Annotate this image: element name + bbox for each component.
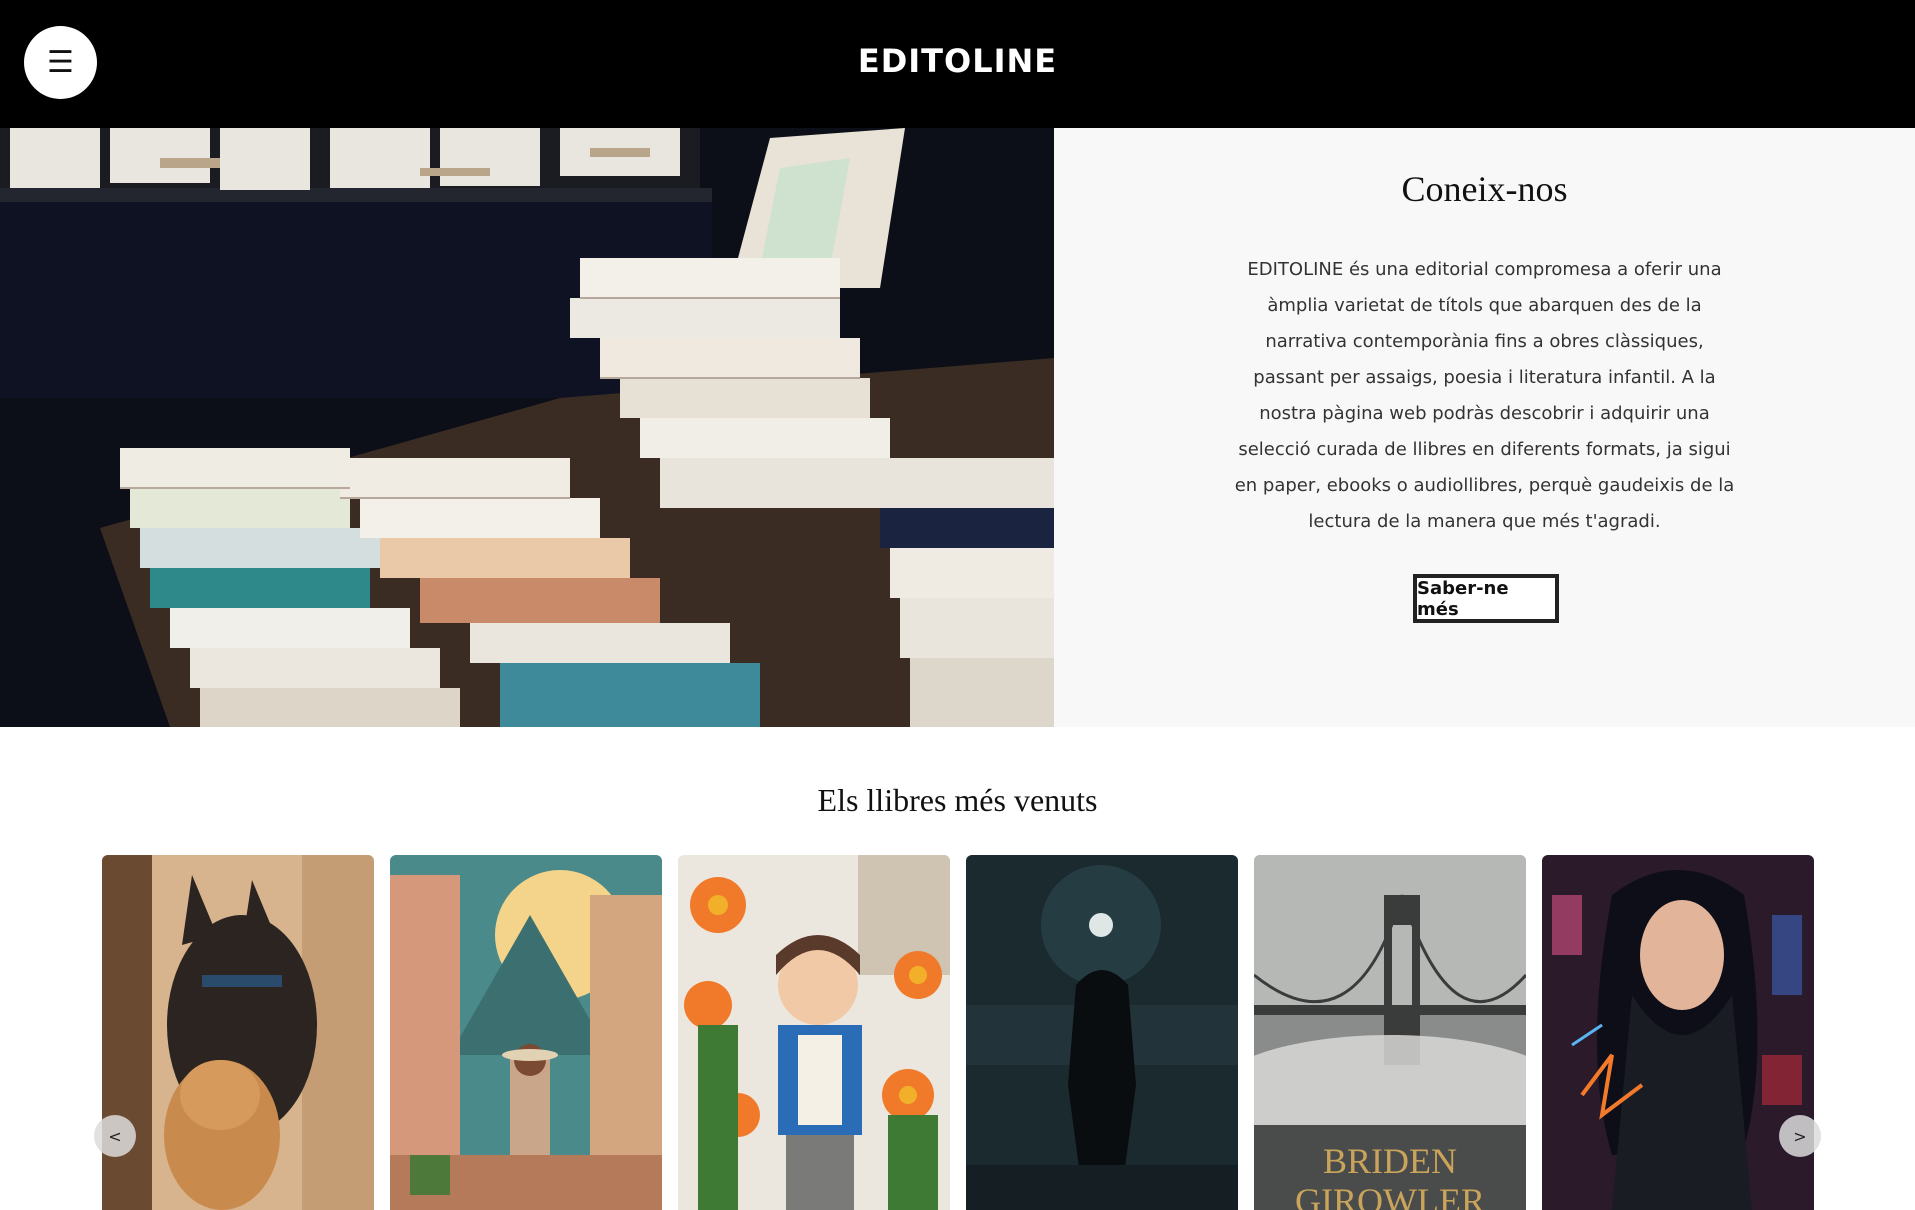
book-cover-dogs[interactable] <box>102 855 374 1210</box>
book-cover-bridge[interactable]: BRIDEN GIROWLER <box>1254 855 1526 1210</box>
learn-more-button[interactable]: Saber-ne més <box>1413 574 1559 623</box>
book-cover-boy-flowers[interactable] <box>678 855 950 1210</box>
hero-bookstore-image <box>0 128 1054 727</box>
about-panel: Coneix-nos EDITOLINE és una editorial co… <box>1054 128 1915 727</box>
about-heading: Coneix-nos <box>1401 169 1568 209</box>
site-title[interactable]: EDITOLINE <box>0 42 1915 80</box>
bestsellers-carousel: BRIDEN GIROWLER < > <box>0 855 1915 1210</box>
hero-section: Coneix-nos EDITOLINE és una editorial co… <box>0 128 1915 727</box>
cover-title-line-2: GIROWLER <box>1295 1181 1485 1210</box>
book-cover-adventurer[interactable] <box>390 855 662 1210</box>
book-cover-cyber-heroine[interactable] <box>1542 855 1814 1210</box>
about-text: EDITOLINE és una editorial compromesa a … <box>1234 259 1735 532</box>
site-header: ☰ EDITOLINE <box>0 0 1915 128</box>
carousel-next-button[interactable]: > <box>1779 1115 1821 1157</box>
book-cover-moon-figure[interactable] <box>966 855 1238 1210</box>
cover-title-line-1: BRIDEN <box>1323 1141 1457 1181</box>
bestsellers-title: Els llibres més venuts <box>817 782 1098 818</box>
carousel-prev-button[interactable]: < <box>94 1115 136 1157</box>
